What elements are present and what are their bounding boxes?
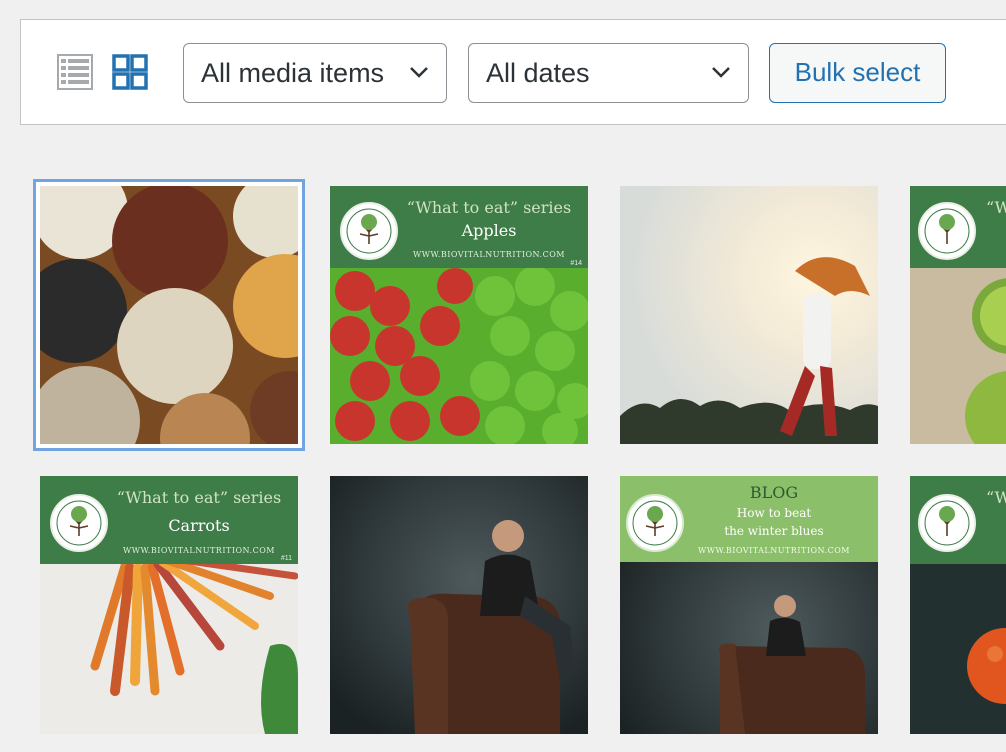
blog-label: BLOG: [749, 483, 799, 502]
media-item-seeds[interactable]: [36, 182, 302, 448]
media-item-kiwi[interactable]: “W: [910, 186, 1006, 444]
media-title: Apples: [461, 221, 517, 240]
media-title-line1: How to beat: [736, 506, 812, 520]
media-title-line2: the winter blues: [724, 524, 824, 538]
list-view-icon[interactable]: [57, 54, 93, 90]
media-item-armchair[interactable]: [330, 476, 588, 734]
date-filter[interactable]: All dates: [468, 43, 749, 103]
bulk-select-button[interactable]: Bulk select: [769, 43, 946, 103]
chevron-down-icon: [712, 67, 730, 78]
biovital-logo: [626, 494, 684, 552]
media-item-tomato[interactable]: “W: [910, 476, 1006, 734]
biovital-logo: [918, 494, 976, 552]
series-label: “What to eat” series: [116, 488, 282, 507]
media-thumbnail-image: [620, 186, 878, 444]
media-item-apples[interactable]: “What to eat” series Apples WWW.BIOVITAL…: [330, 186, 588, 444]
media-item-blog-winter[interactable]: BLOG How to beat the winter blues WWW.BI…: [620, 476, 878, 734]
series-label: “W: [986, 198, 1006, 217]
biovital-logo: [918, 202, 976, 260]
media-thumbnail-image: [40, 186, 298, 444]
media-type-filter[interactable]: All media items: [183, 43, 447, 103]
date-filter-value: All dates: [486, 58, 590, 88]
media-item-runner[interactable]: [620, 186, 878, 444]
media-toolbar: All media items All dates Bulk select: [20, 19, 1006, 125]
series-number: #11: [280, 555, 292, 562]
series-label: “W: [986, 488, 1006, 507]
series-label: “What to eat” series: [406, 198, 572, 217]
chevron-down-icon: [410, 67, 428, 78]
media-url: WWW.BIOVITALNUTRITION.COM: [413, 250, 565, 259]
media-type-filter-value: All media items: [201, 58, 385, 88]
media-thumbnail-image: [330, 476, 588, 734]
media-item-carrots[interactable]: “What to eat” series Carrots WWW.BIOVITA…: [40, 476, 298, 734]
series-number: #14: [570, 260, 582, 267]
media-url: WWW.BIOVITALNUTRITION.COM: [698, 546, 850, 555]
media-url: WWW.BIOVITALNUTRITION.COM: [123, 546, 275, 555]
media-title: Carrots: [168, 516, 230, 535]
grid-view-icon[interactable]: [112, 54, 148, 90]
